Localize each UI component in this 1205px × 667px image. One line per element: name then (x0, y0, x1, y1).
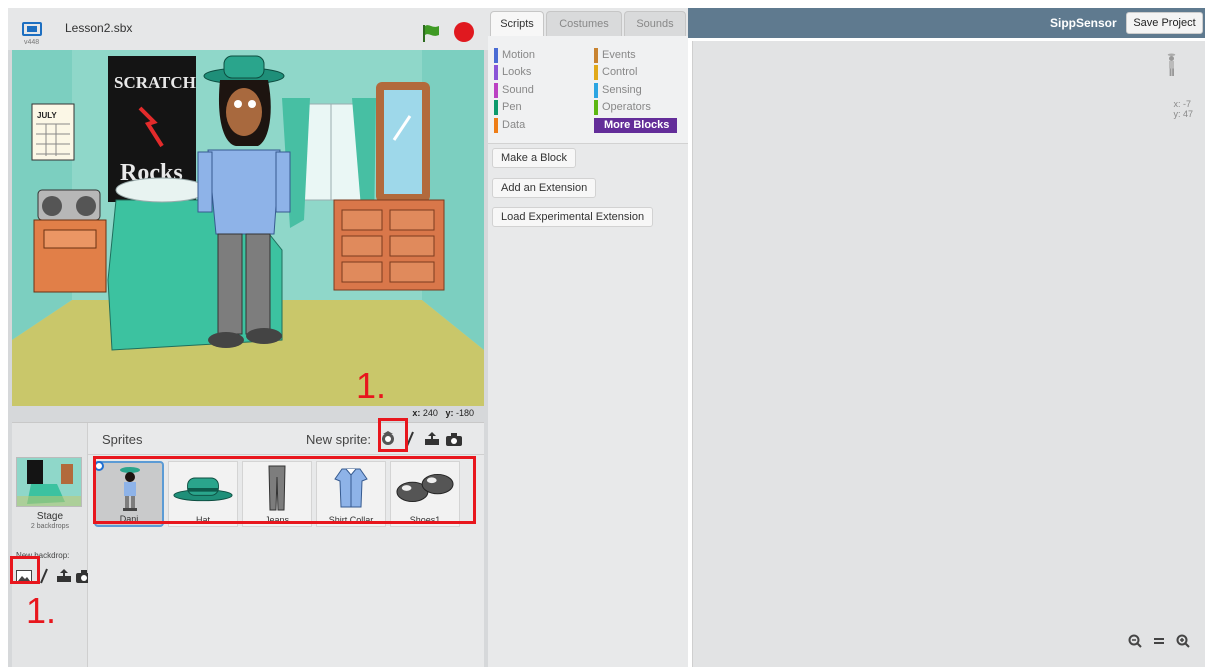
nightstand (33, 189, 107, 293)
sprite-library-highlight (378, 418, 408, 452)
category-looks[interactable]: Looks (494, 65, 531, 80)
stage-label: Stage (36, 511, 64, 522)
backdrop-library-highlight (10, 556, 40, 584)
stage-thumbnail[interactable] (16, 457, 82, 507)
step-annotation-top: 1. (356, 365, 387, 406)
category-pen[interactable]: Pen (494, 100, 522, 115)
svg-text:JULY: JULY (37, 111, 57, 120)
green-flag-icon[interactable] (421, 23, 441, 43)
tab-costumes[interactable]: Costumes (546, 11, 622, 36)
upload-backdrop-icon[interactable] (56, 568, 72, 584)
stage-column: v448 Lesson2.sbx JULY SCRATCH Rocks x: 2… (8, 8, 488, 667)
tab-sounds[interactable]: Sounds (624, 11, 686, 36)
sprites-header: Sprites New sprite: (88, 423, 484, 455)
zoom-out-icon[interactable] (1127, 633, 1143, 649)
bedroom-backdrop: JULY SCRATCH Rocks (12, 50, 484, 406)
load-experimental-extension-button[interactable]: Load Experimental Extension (492, 207, 654, 227)
username[interactable]: SippSensor (1050, 16, 1117, 30)
version-label: v448 (24, 39, 40, 46)
new-sprite-label: New sprite: (306, 432, 372, 447)
backdrop-count: 2 backdrops (30, 523, 70, 530)
editor-tabs: Scripts Costumes Sounds (488, 8, 688, 36)
camera-sprite-icon[interactable] (446, 431, 462, 447)
save-project-button[interactable]: Save Project (1126, 12, 1203, 34)
stage-header: v448 Lesson2.sbx (8, 8, 488, 50)
zoom-reset-icon[interactable] (1151, 633, 1167, 649)
scripts-area[interactable]: x: -7 y: 47 (692, 41, 1205, 667)
sprite-x: x: -7 (1173, 99, 1191, 109)
sprite-list-highlight (93, 456, 476, 524)
make-a-block-button[interactable]: Make a Block (492, 148, 577, 168)
sprite-position: x: -7 y: 47 (1173, 99, 1193, 119)
category-more-blocks[interactable]: More Blocks (594, 118, 678, 133)
mouse-coords: x: 240 y: -180 (412, 408, 474, 418)
project-title[interactable]: Lesson2.sbx (65, 21, 132, 35)
category-control[interactable]: Control (594, 65, 637, 80)
sprites-title: Sprites (102, 432, 143, 447)
svg-text:SCRATCH: SCRATCH (114, 73, 196, 92)
calendar: JULY (31, 103, 75, 161)
dresser (333, 199, 445, 291)
blocks-palette: Scripts Costumes Sounds Motion Looks Sou… (488, 8, 688, 667)
stage-coords-bar: x: 240 y: -180 (8, 406, 488, 422)
tab-scripts[interactable]: Scripts (490, 11, 544, 36)
stage-canvas[interactable]: JULY SCRATCH Rocks (12, 50, 484, 406)
mirror (376, 82, 430, 202)
category-sensing[interactable]: Sensing (594, 83, 642, 98)
category-data[interactable]: Data (494, 118, 525, 133)
zoom-in-icon[interactable] (1175, 633, 1191, 649)
top-bar: SippSensor Save Project (688, 8, 1205, 38)
upload-sprite-icon[interactable] (424, 431, 440, 447)
block-categories: Motion Looks Sound Pen Data Events Contr… (488, 36, 688, 144)
category-events[interactable]: Events (594, 48, 636, 63)
category-motion[interactable]: Motion (494, 48, 535, 63)
stop-icon[interactable] (454, 22, 474, 42)
blocks-list: Make a Block Add an Extension Load Exper… (488, 144, 688, 667)
category-sound[interactable]: Sound (494, 83, 534, 98)
category-operators[interactable]: Operators (594, 100, 651, 115)
add-extension-button[interactable]: Add an Extension (492, 178, 597, 198)
zoom-controls (1127, 633, 1191, 649)
sprite-preview-icon (1167, 53, 1176, 76)
step-annotation-bottom: 1. (26, 590, 57, 631)
sprite-y: y: 47 (1173, 109, 1193, 119)
fullscreen-icon[interactable] (22, 22, 42, 36)
